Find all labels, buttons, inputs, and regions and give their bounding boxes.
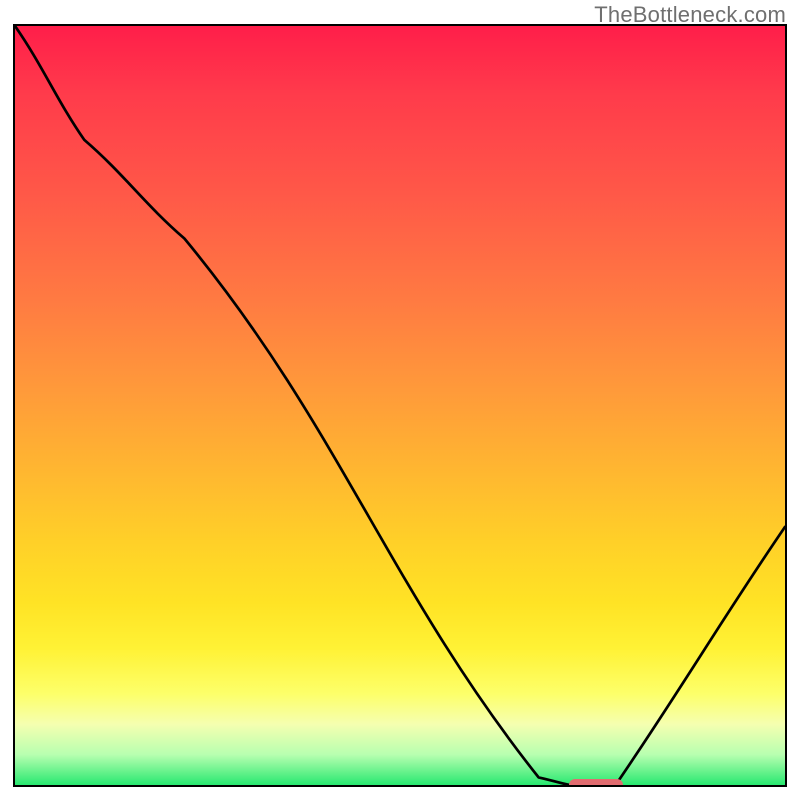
optimal-marker xyxy=(569,779,623,787)
bottleneck-curve xyxy=(15,26,785,785)
chart-frame xyxy=(13,24,787,787)
